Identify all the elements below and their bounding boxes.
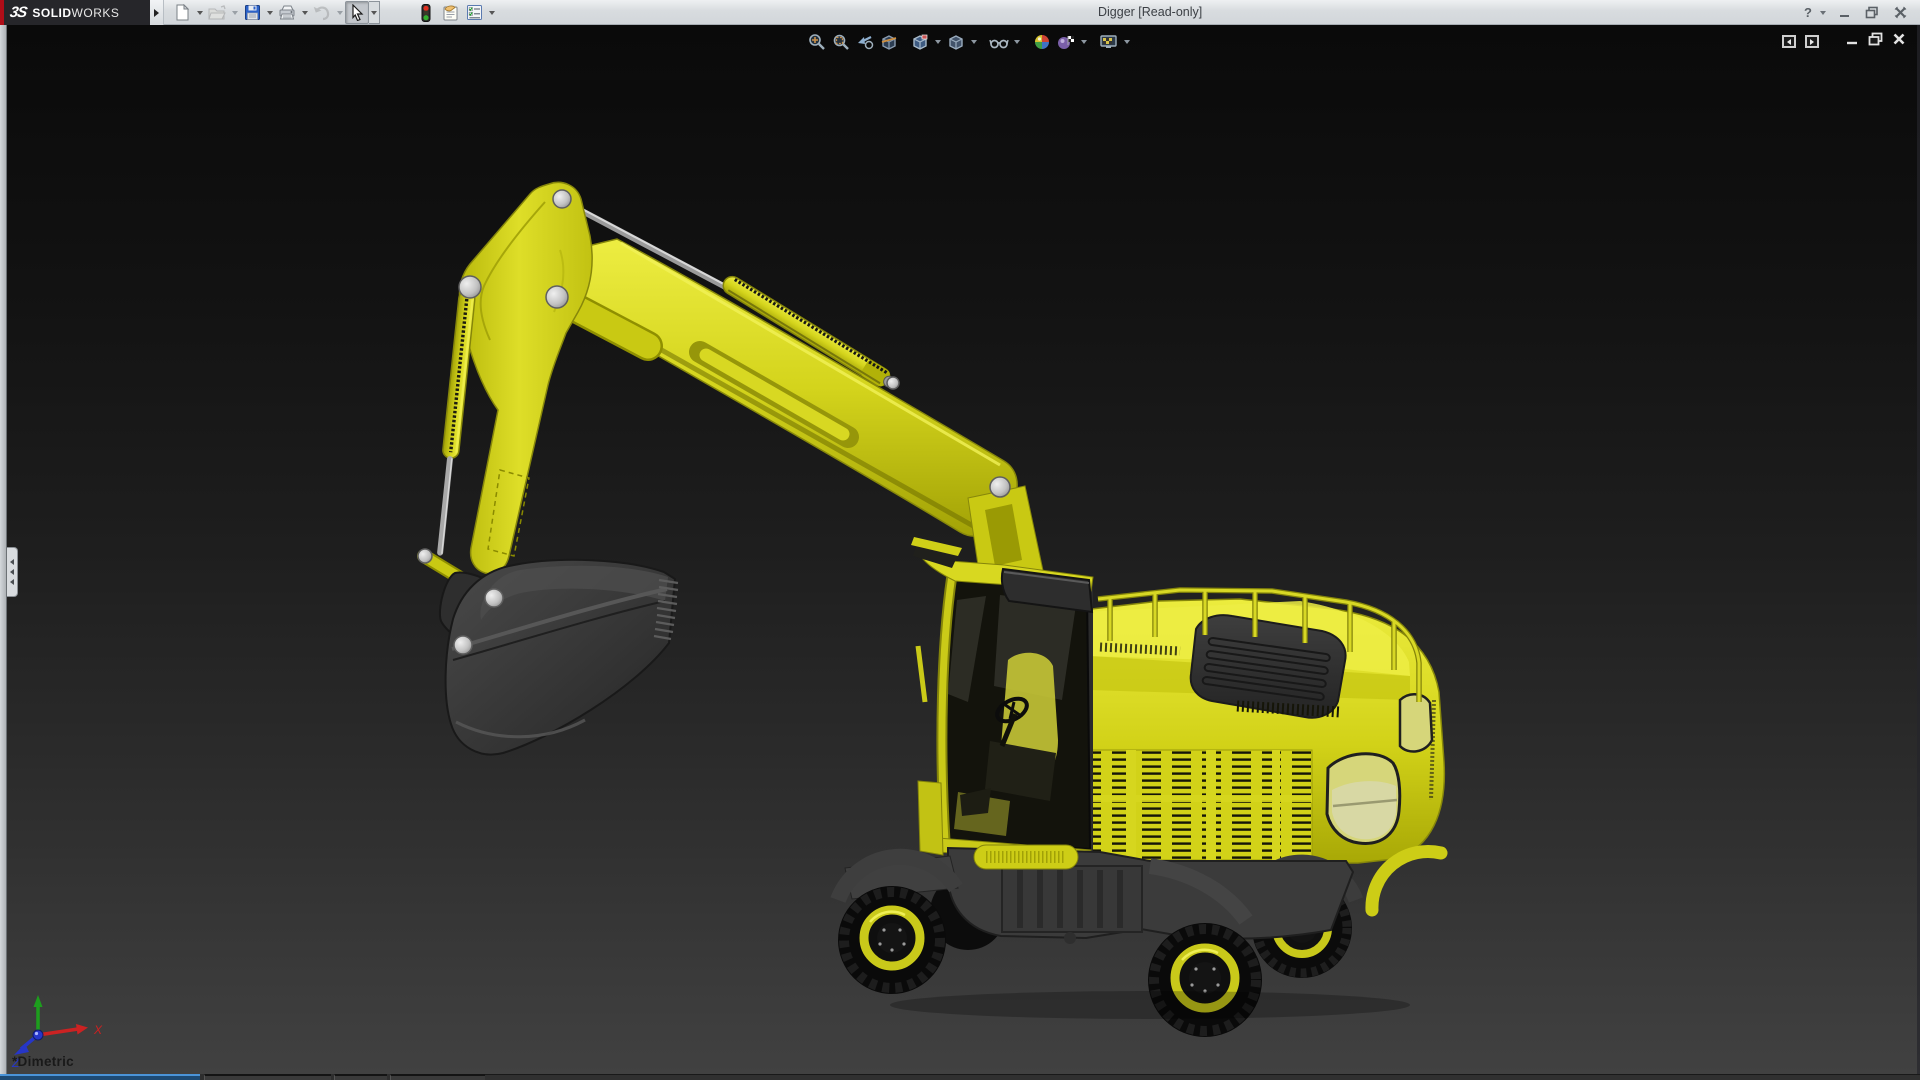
file-properties-icon bbox=[441, 4, 460, 21]
menu-flyout-arrow[interactable] bbox=[150, 0, 164, 25]
open-folder-icon bbox=[208, 5, 226, 21]
hide-show-items-dropdown[interactable] bbox=[1012, 31, 1021, 52]
taskbar-active-button[interactable] bbox=[0, 1074, 200, 1080]
undo-button[interactable] bbox=[310, 1, 334, 24]
brand-name-bold: SOLID bbox=[32, 6, 71, 20]
options-button[interactable] bbox=[462, 1, 486, 24]
options-checklist-icon bbox=[466, 4, 483, 21]
taskbar-sliver bbox=[0, 1074, 1920, 1080]
rear-window-upper bbox=[1400, 694, 1432, 751]
print-dropdown[interactable] bbox=[299, 1, 310, 24]
display-style-dropdown[interactable] bbox=[969, 31, 978, 52]
view-orientation-dropdown[interactable] bbox=[933, 31, 942, 52]
window-controls: ? bbox=[1804, 0, 1910, 25]
hide-show-items-button[interactable] bbox=[988, 31, 1009, 52]
new-document-dropdown[interactable] bbox=[194, 1, 205, 24]
cab bbox=[911, 537, 1093, 863]
select-tool-dropdown[interactable] bbox=[369, 1, 380, 24]
view-orientation-icon bbox=[911, 33, 929, 51]
save-button[interactable] bbox=[240, 1, 264, 24]
title-bar: 3S SOLIDWORKS bbox=[0, 0, 1920, 25]
section-view-icon bbox=[880, 33, 898, 51]
x-axis-arrow bbox=[76, 1024, 88, 1035]
rebuild-button[interactable] bbox=[414, 1, 438, 24]
feature-manager-splitter[interactable] bbox=[0, 25, 7, 1074]
taskbar-button[interactable] bbox=[390, 1074, 485, 1080]
zoom-to-area-button[interactable] bbox=[830, 31, 851, 52]
file-properties-button[interactable] bbox=[438, 1, 462, 24]
view-orientation-button[interactable] bbox=[909, 31, 930, 52]
front-left-wheel bbox=[838, 886, 946, 994]
save-dropdown[interactable] bbox=[264, 1, 275, 24]
display-style-button[interactable] bbox=[945, 31, 966, 52]
apply-scene-icon bbox=[1056, 33, 1075, 51]
open-button[interactable] bbox=[205, 1, 229, 24]
display-style-icon bbox=[947, 33, 965, 51]
traffic-light-icon bbox=[421, 4, 431, 22]
previous-view-icon bbox=[856, 33, 874, 51]
arm bbox=[459, 182, 592, 573]
zoom-to-area-icon bbox=[832, 33, 850, 51]
front-right-wheel bbox=[1148, 923, 1262, 1037]
document-minimize-button[interactable] bbox=[1845, 32, 1859, 51]
edit-appearance-button[interactable] bbox=[1031, 31, 1052, 52]
close-button[interactable] bbox=[1890, 4, 1910, 22]
taskbar-empty bbox=[485, 1074, 1920, 1080]
new-document-button[interactable] bbox=[170, 1, 194, 24]
y-axis-arrow bbox=[34, 995, 43, 1007]
feature-manager-expand-tab[interactable] bbox=[7, 547, 18, 597]
undo-dropdown[interactable] bbox=[334, 1, 345, 24]
document-restore-button[interactable] bbox=[1868, 32, 1883, 51]
bucket bbox=[446, 560, 678, 755]
taskbar-button[interactable] bbox=[204, 1074, 331, 1080]
print-button[interactable] bbox=[275, 1, 299, 24]
appearance-ball-icon bbox=[1033, 33, 1051, 51]
logo-red-bar bbox=[0, 0, 4, 25]
document-window-controls bbox=[1782, 32, 1906, 51]
apply-scene-dropdown[interactable] bbox=[1079, 31, 1088, 52]
minimize-button[interactable] bbox=[1834, 4, 1854, 22]
taskbar-button[interactable] bbox=[334, 1074, 387, 1080]
restore-button[interactable] bbox=[1862, 4, 1882, 22]
undo-arrow-icon bbox=[313, 5, 331, 21]
apply-scene-button[interactable] bbox=[1055, 31, 1076, 52]
heads-up-view-toolbar bbox=[806, 31, 1131, 52]
next-document-button[interactable] bbox=[1805, 35, 1819, 48]
x-axis-label: X bbox=[93, 1023, 103, 1037]
help-dropdown[interactable] bbox=[1820, 11, 1826, 15]
graphics-area[interactable]: X Z *Dimetric bbox=[0, 25, 1920, 1074]
new-document-icon bbox=[174, 4, 191, 21]
brand-glyph: 3S bbox=[9, 4, 28, 21]
bucket-cylinder bbox=[432, 290, 476, 556]
solidworks-logo: 3S SOLIDWORKS bbox=[0, 0, 150, 25]
document-close-button[interactable] bbox=[1892, 32, 1906, 51]
select-cursor-icon bbox=[350, 4, 365, 21]
options-dropdown[interactable] bbox=[486, 1, 497, 24]
view-orientation-label: *Dimetric bbox=[12, 1054, 74, 1069]
view-settings-button[interactable] bbox=[1098, 31, 1119, 52]
zoom-to-fit-button[interactable] bbox=[806, 31, 827, 52]
digger-3d-model bbox=[0, 25, 1920, 1074]
open-dropdown[interactable] bbox=[229, 1, 240, 24]
section-view-button[interactable] bbox=[878, 31, 899, 52]
window-title: Digger [Read-only] bbox=[1098, 0, 1202, 25]
boom bbox=[558, 239, 1017, 536]
undercarriage bbox=[838, 845, 1441, 1037]
standard-toolbar bbox=[170, 0, 497, 25]
save-floppy-icon bbox=[244, 4, 261, 21]
previous-document-button[interactable] bbox=[1782, 35, 1796, 48]
previous-view-button[interactable] bbox=[854, 31, 875, 52]
view-settings-icon bbox=[1099, 33, 1118, 51]
select-tool-button[interactable] bbox=[345, 1, 369, 24]
body bbox=[1062, 590, 1444, 863]
eyeglasses-icon bbox=[989, 33, 1009, 51]
zoom-to-fit-icon bbox=[808, 33, 826, 51]
help-button[interactable]: ? bbox=[1804, 5, 1812, 20]
brand-name-light: WORKS bbox=[72, 6, 120, 20]
view-settings-dropdown[interactable] bbox=[1122, 31, 1131, 52]
print-icon bbox=[278, 4, 296, 21]
